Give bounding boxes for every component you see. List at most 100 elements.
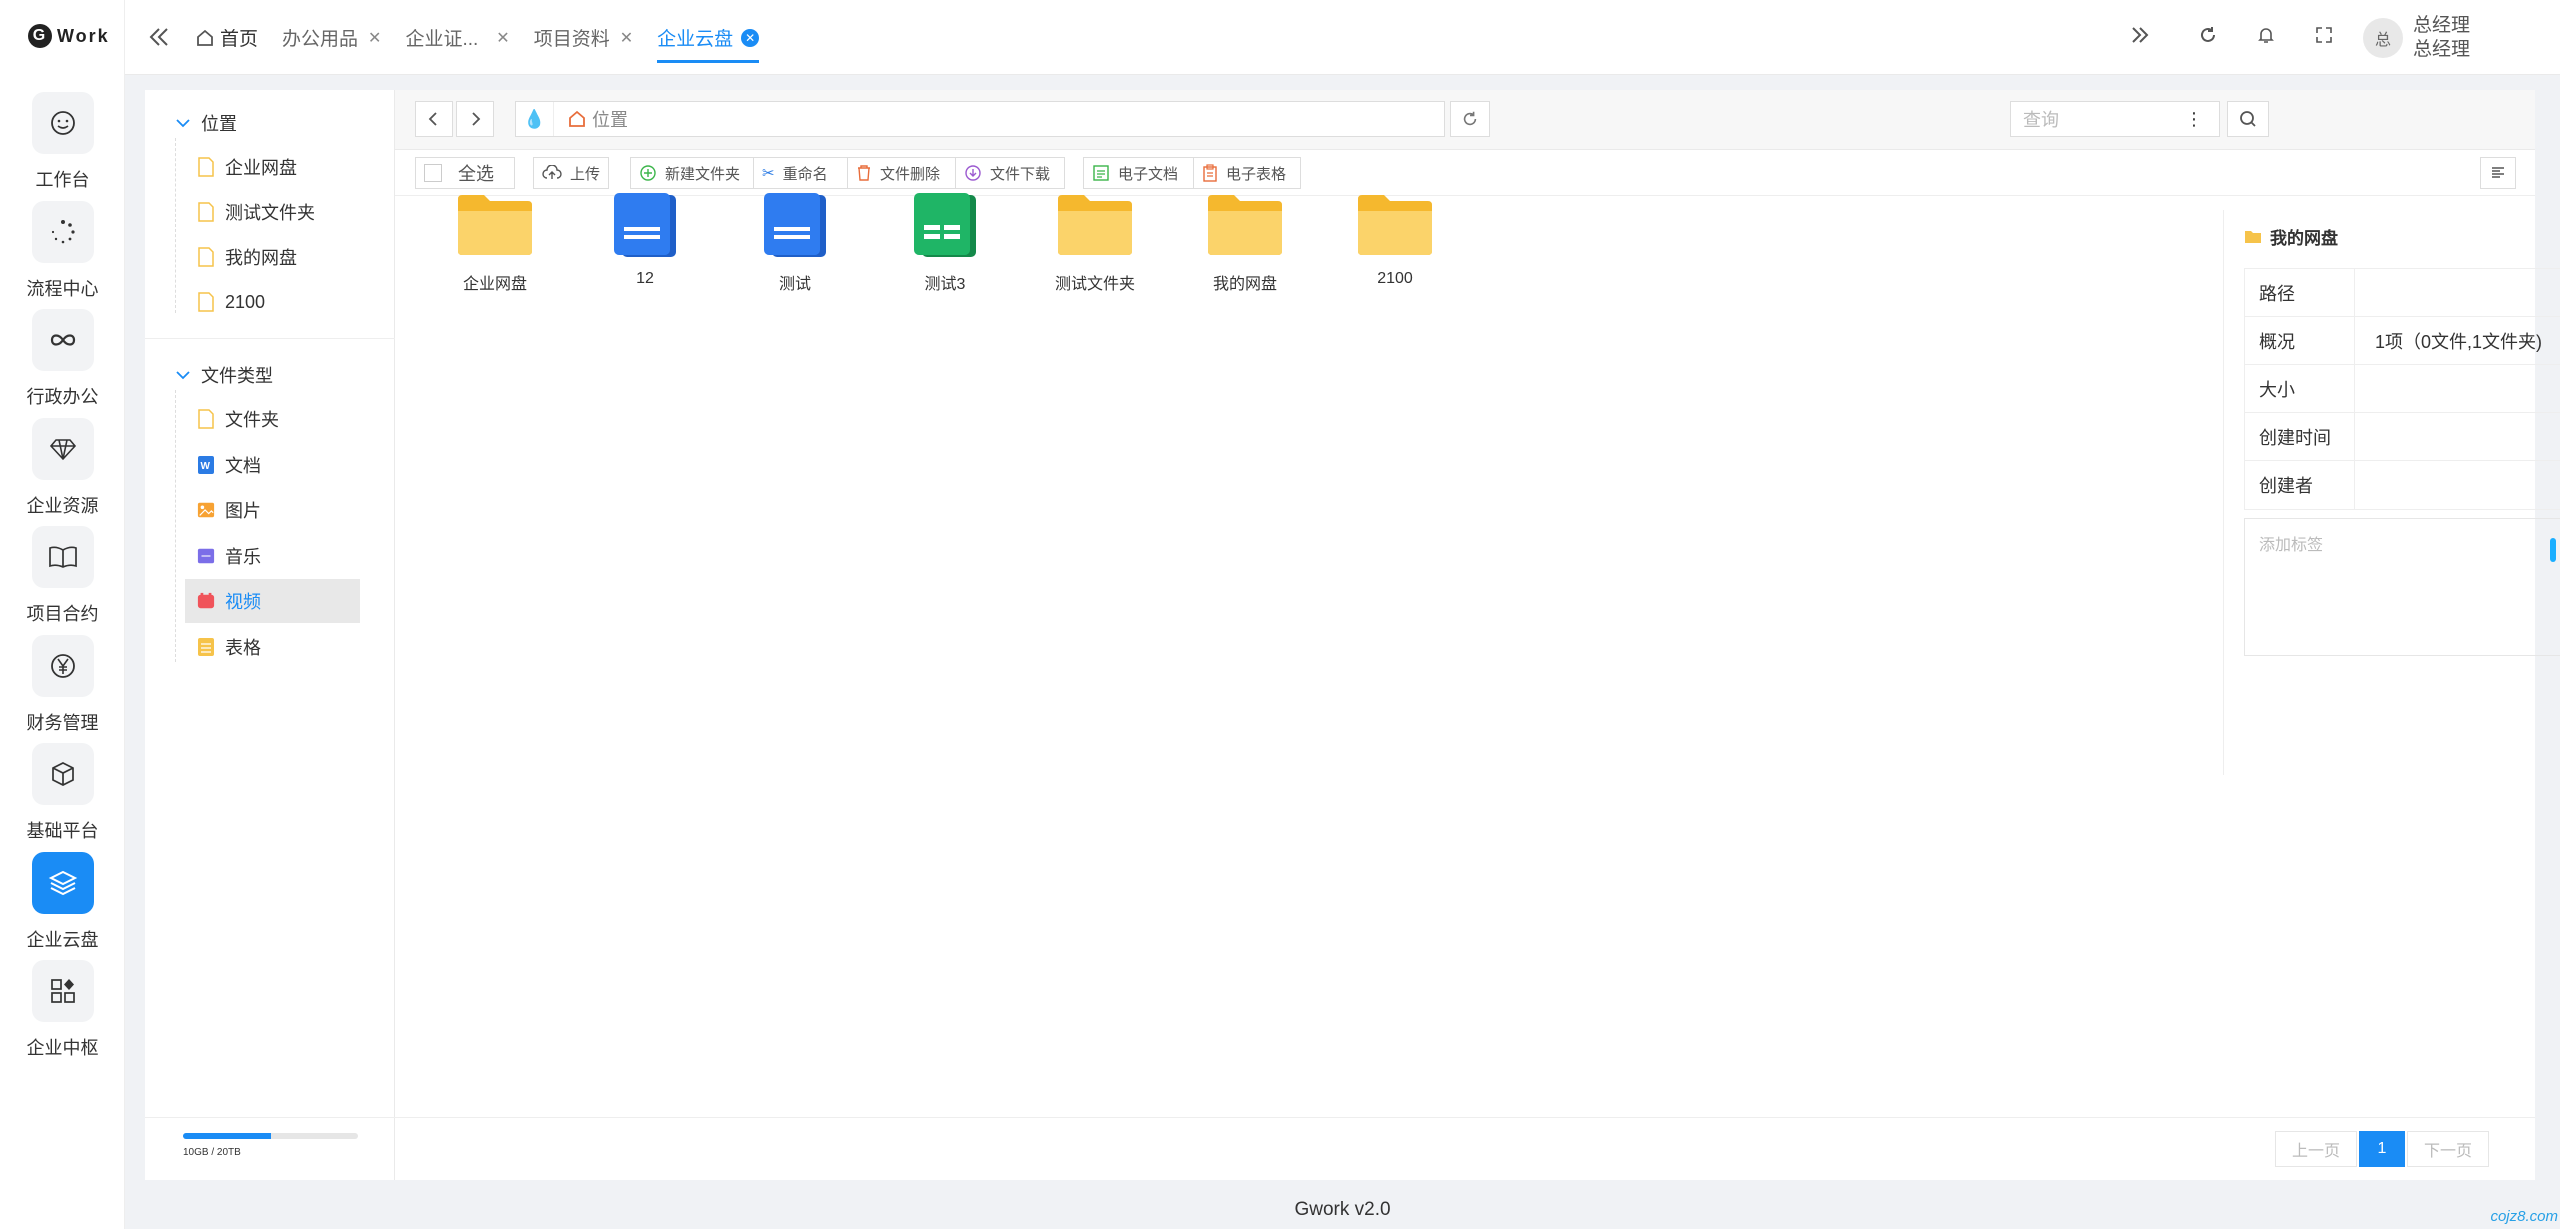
search-button[interactable] — [2227, 101, 2269, 137]
tree-guide-line — [175, 138, 176, 313]
rail-item[interactable]: 行政办公 — [0, 309, 125, 409]
tree-item-label: 测试文件夹 — [225, 203, 315, 223]
rail-item[interactable]: 流程中心 — [0, 200, 125, 301]
fullscreen-icon[interactable] — [2295, 26, 2353, 49]
scroll-tabs-right-icon[interactable] — [2111, 23, 2169, 52]
tree-item-label: 我的网盘 — [225, 248, 297, 268]
info-key: 大小 — [2245, 365, 2355, 412]
scrollbar-thumb[interactable] — [2550, 538, 2556, 562]
storage-usage: 10GB / 20TB — [183, 1133, 358, 1158]
refresh-icon[interactable] — [2179, 25, 2237, 50]
chevron-right-icon — [472, 112, 481, 126]
file-name: 企业网盘 — [462, 276, 527, 293]
tree-item-file-type[interactable]: 图片 — [185, 488, 360, 532]
rail-item[interactable]: 基础平台 — [0, 743, 125, 843]
file-item[interactable]: 测试文件夹 — [1035, 180, 1155, 294]
rail-item[interactable]: 工作台 — [0, 92, 125, 192]
tab-project-docs[interactable]: 项目资料 ✕ — [534, 0, 633, 75]
path-bar: 💧 位置 查询 ⋮ — [395, 90, 2535, 150]
file-item[interactable]: 我的网盘 — [1185, 180, 1305, 294]
doc-file-icon — [764, 193, 826, 257]
user-info[interactable]: 总经理 总经理 — [2413, 14, 2470, 62]
file-item[interactable]: 12 — [585, 180, 705, 288]
cube-icon — [31, 743, 94, 805]
trash-icon — [858, 165, 870, 181]
tab-cloud-disk[interactable]: 企业云盘 ✕ — [657, 0, 760, 75]
rail-item[interactable]: 财务管理 — [0, 634, 125, 735]
tree-item-location[interactable]: 2100 — [185, 280, 360, 324]
tree-item-label: 图片 — [225, 501, 261, 521]
file-name: 2100 — [1377, 270, 1413, 287]
info-value — [2355, 365, 2560, 412]
rail-item-label: 基础平台 — [26, 821, 99, 841]
infinity-icon — [31, 309, 94, 371]
info-row: 路径 — [2245, 269, 2560, 317]
list-icon — [2492, 167, 2504, 178]
tree-item-label: 表格 — [225, 637, 261, 658]
tree-item-label: 文档 — [225, 455, 261, 476]
prev-page-button[interactable]: 上一页 — [2275, 1131, 2357, 1167]
tree-item-label: 音乐 — [225, 546, 261, 567]
view-toggle-button[interactable] — [2480, 157, 2516, 189]
tab-bar: 首页 办公用品 ✕ 企业证... ✕ 项目资料 ✕ 企业云盘 ✕ — [195, 0, 783, 75]
tree-item-location[interactable]: 我的网盘 — [185, 235, 360, 279]
location-section-header[interactable]: 位置 — [175, 110, 237, 136]
tree-item-label: 2100 — [225, 291, 266, 312]
rail-item[interactable]: 企业云盘 — [0, 851, 125, 952]
word-doc-icon: W — [198, 455, 214, 474]
back-button[interactable] — [415, 101, 453, 137]
file-item[interactable]: 测试3 — [885, 180, 1005, 294]
footer: Gwork v2.0 — [1294, 1199, 1391, 1220]
svg-text:W: W — [201, 461, 211, 472]
top-right-actions: 总 总经理 总经理 — [2111, 0, 2560, 75]
tree-item-file-type[interactable]: 表格 — [185, 625, 360, 669]
rail-item[interactable]: 企业中枢 — [0, 960, 125, 1060]
file-item[interactable]: 2100 — [1335, 180, 1455, 288]
tree-item-file-type[interactable]: 视频 — [185, 579, 360, 623]
forward-button[interactable] — [456, 101, 494, 137]
home-icon — [197, 29, 213, 46]
tree-item-location[interactable]: 测试文件夹 — [185, 190, 360, 234]
tree-guide-line — [175, 390, 176, 662]
tab-office-supplies[interactable]: 办公用品 ✕ — [282, 0, 381, 75]
more-vertical-icon[interactable]: ⋮ — [2185, 109, 2203, 130]
file-item[interactable]: 企业网盘 — [435, 180, 555, 294]
path-input[interactable]: 💧 位置 — [515, 101, 1445, 137]
tab-enterprise-cert[interactable]: 企业证... ✕ — [405, 0, 509, 75]
app-logo[interactable]: G Work — [28, 24, 110, 48]
logo-g-icon: G — [28, 24, 52, 48]
file-icon — [198, 409, 214, 429]
file-type-section-header[interactable]: 文件类型 — [175, 362, 273, 388]
file-name: 测试文件夹 — [1054, 276, 1135, 293]
tab-home[interactable]: 首页 — [195, 0, 258, 75]
page-1-button[interactable]: 1 — [2359, 1131, 2405, 1167]
rail-item[interactable]: 企业资源 — [0, 417, 125, 518]
chevron-left-icon — [428, 112, 437, 126]
tree-item-file-type[interactable]: 音乐 — [185, 534, 360, 578]
folder-icon — [2245, 231, 2261, 243]
file-item[interactable]: 测试 — [735, 180, 855, 294]
tree-item-file-type[interactable]: 文件夹 — [185, 397, 360, 441]
next-page-button[interactable]: 下一页 — [2407, 1131, 2489, 1167]
search-input[interactable]: 查询 ⋮ — [2010, 101, 2220, 137]
close-circle-icon[interactable]: ✕ — [741, 28, 760, 47]
logo-text: Work — [57, 25, 110, 46]
user-avatar[interactable]: 总 — [2362, 17, 2403, 58]
close-icon[interactable]: ✕ — [368, 28, 381, 48]
info-title: 我的网盘 — [2244, 224, 2338, 249]
refresh-path-button[interactable] — [1450, 101, 1490, 137]
close-icon[interactable]: ✕ — [620, 28, 633, 48]
collapse-sidebar-icon[interactable] — [145, 22, 171, 57]
info-row: 大小 — [2245, 365, 2560, 413]
file-icon — [198, 157, 214, 177]
location-title: 位置 — [201, 114, 237, 134]
chevron-down-icon — [176, 371, 190, 380]
tree-item-location[interactable]: 企业网盘 — [185, 145, 360, 189]
drop-icon: 💧 — [516, 102, 554, 136]
tag-input[interactable]: 添加标签 — [2244, 518, 2560, 656]
bell-icon[interactable] — [2237, 25, 2295, 50]
rail-item[interactable]: 项目合约 — [0, 526, 125, 626]
storage-progress-fill — [183, 1133, 271, 1139]
tree-item-file-type[interactable]: W 文档 — [185, 443, 360, 487]
close-icon[interactable]: ✕ — [496, 28, 509, 48]
